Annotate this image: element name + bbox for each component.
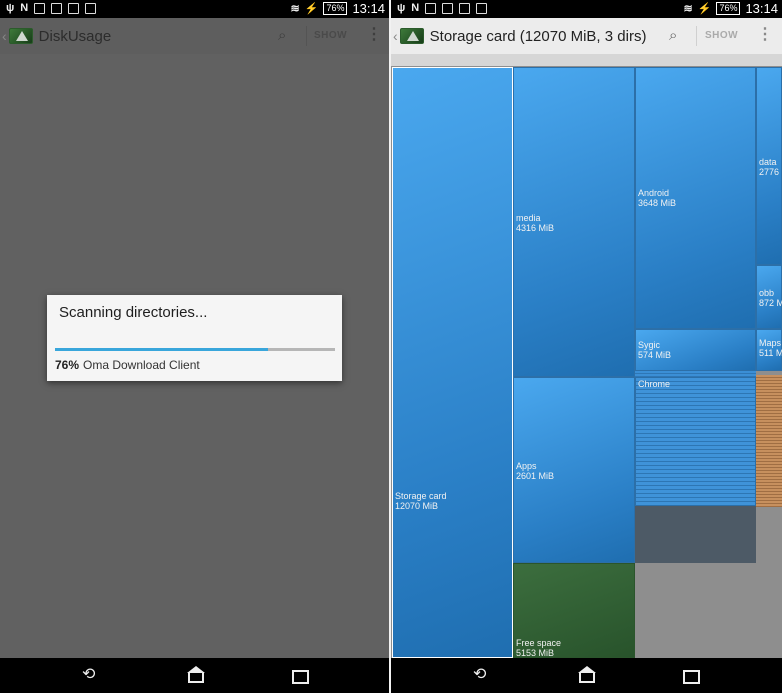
usb-icon: ψ bbox=[6, 2, 15, 14]
image-icon bbox=[442, 2, 454, 14]
notification-icon: N bbox=[20, 2, 29, 14]
left-screen: ψ N ≋ ⚡ 76% 13:14 ‹ DiskUsage ⌕ SHOW ⋮ S… bbox=[0, 0, 389, 693]
battery-icon: 76% bbox=[716, 2, 741, 15]
tile-label-name: Chrome bbox=[638, 379, 671, 389]
home-icon[interactable] bbox=[577, 666, 597, 684]
right-screen: ψ N ≋ ⚡ 76% 13:14 ‹ Storage card (12070 … bbox=[391, 0, 782, 693]
action-bar-title: Storage card (12070 MiB, 3 dirs) bbox=[429, 27, 647, 45]
status-bar: ψ N ≋ ⚡ 76% 13:14 bbox=[0, 0, 389, 18]
action-bar-title: DiskUsage bbox=[38, 27, 112, 45]
tile-label-size: 511 M bbox=[759, 348, 782, 358]
status-bar: ψ N ≋ ⚡ 76% 13:14 bbox=[391, 0, 782, 18]
status-icons-left: ψ N bbox=[6, 2, 97, 14]
tile-label-size: 12070 MiB bbox=[395, 501, 439, 511]
tile-label-size: 2601 MiB bbox=[516, 471, 555, 481]
wifi-icon: ≋ bbox=[683, 2, 693, 15]
show-button[interactable]: SHOW bbox=[705, 30, 738, 41]
status-time: 13:14 bbox=[745, 1, 778, 16]
tile-label-size: 3648 MiB bbox=[638, 198, 677, 208]
progress-bar bbox=[55, 348, 335, 351]
app-logo-icon[interactable] bbox=[8, 28, 33, 44]
mail-icon bbox=[85, 2, 97, 14]
action-bar-divider bbox=[306, 26, 307, 46]
tile-unlabeled-dark[interactable] bbox=[635, 506, 756, 563]
up-chevron-icon[interactable]: ‹ bbox=[2, 28, 7, 44]
more-vert-icon[interactable]: ⋮ bbox=[366, 26, 382, 44]
navigation-bar bbox=[0, 658, 389, 693]
tile-label-name: Apps bbox=[516, 461, 537, 471]
tile-label-name: Sygic bbox=[638, 340, 661, 350]
back-icon[interactable] bbox=[80, 664, 100, 684]
screenshot-icon bbox=[425, 2, 437, 14]
mail-icon bbox=[476, 2, 488, 14]
search-icon[interactable]: ⌕ bbox=[278, 27, 286, 44]
tile-chrome[interactable]: Chrome bbox=[635, 377, 756, 506]
show-button[interactable]: SHOW bbox=[314, 30, 347, 41]
tile-label-name: data bbox=[759, 157, 777, 167]
tile-android[interactable]: Android 3648 MiB bbox=[635, 67, 756, 329]
signal-icon: ⚡ bbox=[304, 2, 319, 15]
tile-media[interactable]: media 4316 MiB bbox=[513, 67, 635, 377]
status-icons-left: ψ N bbox=[397, 2, 488, 14]
signal-icon: ⚡ bbox=[697, 2, 712, 15]
recents-icon[interactable] bbox=[681, 666, 701, 684]
tile-small-files[interactable] bbox=[756, 375, 782, 507]
status-time: 13:14 bbox=[352, 1, 385, 16]
screenshot-icon bbox=[34, 2, 46, 14]
tile-label-size: 2776 bbox=[759, 167, 780, 177]
scanning-dialog: Scanning directories... 76% Oma Download… bbox=[47, 295, 342, 381]
battery-icon: 76% bbox=[323, 2, 348, 15]
tile-obb[interactable]: obb 872 M bbox=[756, 265, 782, 329]
app-logo-icon[interactable] bbox=[399, 28, 424, 44]
tile-apps[interactable]: Apps 2601 MiB bbox=[513, 377, 635, 563]
dialog-title: Scanning directories... bbox=[59, 304, 208, 321]
tile-label-size: 5153 MiB bbox=[516, 648, 555, 658]
back-icon[interactable] bbox=[471, 664, 491, 684]
action-bar: ‹ Storage card (12070 MiB, 3 dirs) ⌕ SHO… bbox=[391, 18, 782, 54]
gallery-icon bbox=[68, 2, 80, 14]
action-bar-divider bbox=[696, 26, 697, 46]
wifi-icon: ≋ bbox=[290, 2, 300, 15]
treemap-header-strip bbox=[391, 54, 782, 66]
tile-label-size: 872 M bbox=[759, 298, 782, 308]
tile-label-name: media bbox=[516, 213, 541, 223]
tile-data[interactable]: data 2776 bbox=[756, 67, 782, 265]
gallery-icon bbox=[459, 2, 471, 14]
tile-free-space[interactable]: Free space 5153 MiB bbox=[513, 563, 635, 658]
tile-label-name: Storage card bbox=[395, 491, 447, 501]
status-icons-right: ≋ ⚡ 76% 13:14 bbox=[684, 1, 778, 16]
action-bar: ‹ DiskUsage ⌕ SHOW ⋮ bbox=[0, 18, 389, 54]
home-icon[interactable] bbox=[186, 666, 206, 684]
image-icon bbox=[51, 2, 63, 14]
disk-usage-treemap[interactable]: Storage card 12070 MiB media 4316 MiB Ap… bbox=[391, 54, 782, 658]
tile-label-name: Maps bbox=[759, 338, 782, 348]
search-icon[interactable]: ⌕ bbox=[669, 27, 677, 44]
tile-label-name: Android bbox=[638, 188, 670, 198]
tile-sygic[interactable]: Sygic 574 MiB bbox=[635, 329, 756, 371]
tile-label-size: 574 MiB bbox=[638, 350, 672, 360]
tile-label-size: 4316 MiB bbox=[516, 223, 555, 233]
tile-maps[interactable]: Maps 511 M bbox=[756, 329, 782, 371]
notification-icon: N bbox=[411, 2, 420, 14]
progress-fill bbox=[55, 348, 268, 351]
usb-icon: ψ bbox=[397, 2, 406, 14]
tile-label-name: obb bbox=[759, 288, 775, 298]
current-scan-item: Oma Download Client bbox=[83, 358, 200, 372]
up-chevron-icon[interactable]: ‹ bbox=[393, 28, 398, 44]
tile-label-name: Free space bbox=[516, 638, 562, 648]
status-icons-right: ≋ ⚡ 76% 13:14 bbox=[291, 1, 385, 16]
navigation-bar bbox=[391, 658, 782, 693]
tile-storage-card[interactable]: Storage card 12070 MiB bbox=[392, 67, 513, 658]
progress-percent: 76% bbox=[55, 358, 80, 372]
recents-icon[interactable] bbox=[290, 666, 310, 684]
more-vert-icon[interactable]: ⋮ bbox=[757, 26, 773, 44]
